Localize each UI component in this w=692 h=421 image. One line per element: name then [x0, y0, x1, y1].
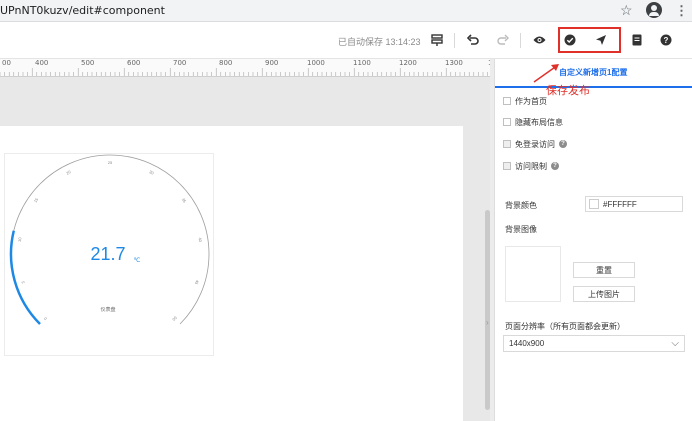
ruler-label: 1300 [445, 59, 463, 67]
help-icon[interactable]: ? [559, 140, 567, 148]
ruler-label: 400 [35, 59, 49, 67]
reset-button[interactable]: 重置 [573, 262, 635, 278]
highlight-box [558, 27, 621, 53]
checkbox-box[interactable] [503, 97, 511, 105]
bg-image-preview [505, 246, 561, 302]
autosave-status: 已自动保存 13:14:23 [338, 37, 421, 47]
resolution-label: 页面分辨率（所有页面都会更新） [505, 322, 625, 331]
checkbox-home-page[interactable]: 作为首页 [503, 94, 547, 108]
help-icon[interactable]: ? [551, 162, 559, 170]
gauge-value: 21.7 [90, 244, 125, 264]
ruler-label: 500 [81, 59, 95, 67]
checkbox-label: 免登录访问 [515, 139, 555, 149]
checkbox-box[interactable] [503, 140, 511, 148]
checkbox-label: 访问限制 [515, 161, 547, 171]
redo-icon[interactable] [494, 31, 512, 49]
gauge-unit: ℃ [134, 258, 141, 264]
bg-image-label: 背景图像 [505, 225, 537, 234]
gauge-tick-label: 0 [42, 316, 48, 322]
resolution-value: 1440x900 [509, 339, 545, 348]
layers-icon[interactable] [428, 31, 446, 49]
annotation-arrow-icon [533, 64, 559, 83]
color-swatch[interactable] [589, 199, 599, 209]
tab-page-config[interactable]: 自定义新增页1配置 [495, 59, 692, 88]
checkbox-no-login[interactable]: 免登录访问 ? [503, 137, 567, 151]
bg-color-value: #FFFFFF [603, 199, 637, 209]
ruler-label: 900 [265, 59, 279, 67]
canvas-scrollbar[interactable] [485, 210, 490, 410]
gauge-tick-label: 45 [194, 279, 200, 286]
gauge-tick-label: 5 [20, 280, 26, 284]
horizontal-ruler: 00 400 500 600 700 800 900 1000 1100 1200 1300 1400… [0, 59, 490, 77]
ruler-label: 1400 [488, 59, 490, 67]
ruler-label: 1200 [399, 59, 417, 67]
browser-address-bar: UPnNT0kuzv/edit#component ☆ ⋮ [0, 0, 692, 22]
upload-image-button[interactable]: 上传图片 [573, 286, 635, 302]
checkbox-box[interactable] [503, 162, 511, 170]
ruler-ticks [0, 68, 488, 76]
checkbox-hide-layout[interactable]: 隐藏布局信息 [503, 115, 563, 129]
toolbar-divider [454, 33, 455, 48]
checkbox-access-limit[interactable]: 访问限制 ? [503, 159, 559, 173]
panel-collapse-arrow[interactable]: › [486, 318, 489, 327]
gauge-tick-label: 25 [108, 160, 113, 165]
account-circle-icon[interactable] [646, 2, 662, 18]
ruler-label: 700 [173, 59, 187, 67]
gauge-progress [9, 230, 41, 325]
gauge-tick-label: 10 [17, 236, 23, 242]
document-icon[interactable] [628, 31, 646, 49]
bg-color-input[interactable]: #FFFFFF [585, 196, 683, 212]
gauge-tick-label: 30 [148, 169, 155, 176]
gauge-tick-label: 35 [181, 197, 188, 204]
preview-eye-icon[interactable] [530, 31, 548, 49]
checkbox-label: 隐藏布局信息 [515, 117, 563, 127]
gauge-tick-label: 20 [65, 169, 72, 176]
gauge-track [10, 154, 210, 325]
toolbar-divider [520, 33, 521, 48]
tab-page-config-label: 自定义新增页1配置 [559, 68, 628, 77]
chevron-down-icon: ⌵ [671, 338, 679, 349]
gauge-tick-label: 50 [171, 315, 178, 322]
ruler-label: 800 [219, 59, 233, 67]
url-text[interactable]: UPnNT0kuzv/edit#component [0, 4, 165, 17]
help-icon[interactable]: ? [657, 31, 675, 49]
svg-text:?: ? [664, 36, 669, 45]
gauge-label: 仪表盘 [100, 306, 115, 313]
gauge-chart: 0 5 10 15 20 25 30 35 40 45 50 21.7 ℃ 仪表盘 [9, 154, 210, 325]
bg-color-label: 背景颜色 [505, 201, 537, 210]
checkbox-box[interactable] [503, 118, 511, 126]
more-vert-icon[interactable]: ⋮ [675, 3, 688, 19]
ruler-label: 600 [127, 59, 141, 67]
gauge-component[interactable]: 0 5 10 15 20 25 30 35 40 45 50 21.7 ℃ 仪表盘 [4, 153, 214, 356]
star-icon[interactable]: ☆ [620, 2, 633, 19]
resolution-select[interactable]: 1440x900 ⌵ [503, 335, 685, 352]
gauge-tick-label: 40 [198, 237, 204, 243]
ruler-label: 1100 [353, 59, 371, 67]
ruler-label: 00 [2, 59, 11, 67]
config-panel: 自定义新增页1配置 作为首页 隐藏布局信息 免登录访问 ? 访问限制 ? 背景颜… [494, 59, 692, 421]
gauge-tick-label: 15 [33, 196, 40, 203]
checkbox-label: 作为首页 [515, 96, 547, 106]
ruler-label: 1000 [307, 59, 325, 67]
undo-icon[interactable] [464, 31, 482, 49]
